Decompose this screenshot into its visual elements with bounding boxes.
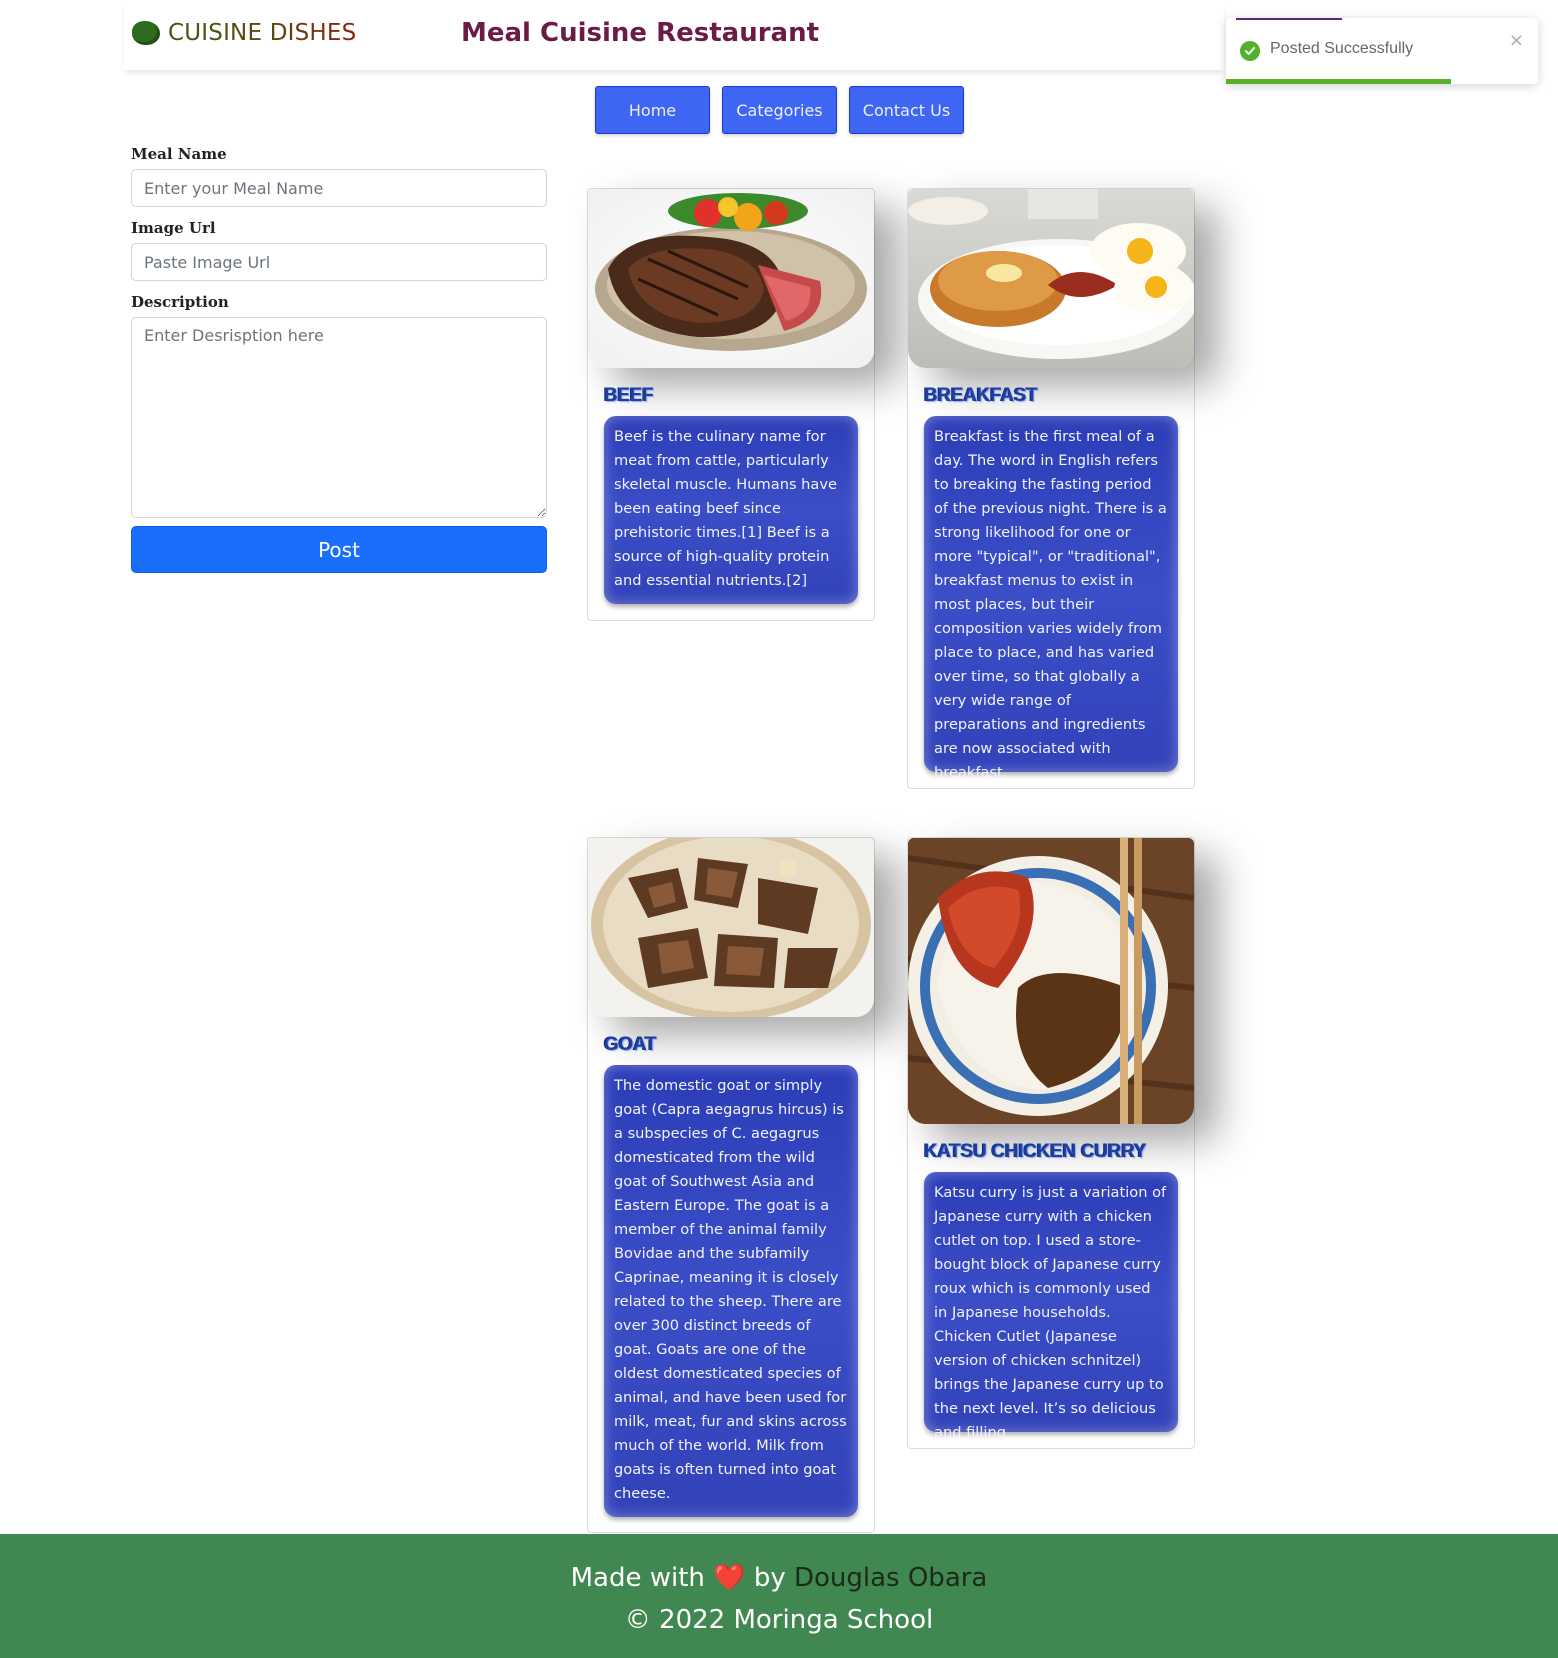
breakfast-image [908,189,1194,368]
goat-image [588,838,874,1017]
image-url-input[interactable] [131,243,547,281]
card-title: GOAT [604,1034,657,1055]
footer: Made with ❤️ by Douglas Obara © 2022 Mor… [0,1534,1558,1658]
home-button[interactable]: Home [595,86,710,134]
card-title: KATSU CHICKEN CURRY [924,1141,1147,1162]
beef-image [588,189,874,368]
footer-credit: Made with ❤️ by Douglas Obara [0,1560,1558,1596]
copyright-text: © 2022 Moringa School [624,1605,934,1635]
card-description: Beef is the culinary name for meat from … [604,416,858,604]
meal-card: BREAKFAST Breakfast is the first meal of… [907,188,1195,789]
food-bowl-icon [132,21,160,45]
meal-name-label: Meal Name [131,145,227,163]
top-navbar: CUISINE DISHES Meal Cuisine Restaurant [124,0,1224,70]
by-text: by [753,1563,786,1593]
close-icon[interactable]: × [1509,30,1524,51]
description-textarea[interactable] [131,317,547,518]
image-url-label: Image Url [131,219,216,237]
made-with-text: Made with [570,1563,705,1593]
post-button[interactable]: Post [131,526,547,573]
card-description: The domestic goat or simply goat (Capra … [604,1065,858,1517]
toast-message: Posted Successfully [1270,40,1414,57]
card-description: Breakfast is the first meal of a day. Th… [924,416,1178,781]
contact-us-button[interactable]: Contact Us [849,86,964,134]
meal-name-input[interactable] [131,169,547,207]
card-description: Katsu curry is just a variation of Japan… [924,1172,1178,1441]
description-label: Description [131,293,229,311]
check-circle-icon [1240,41,1260,61]
heart-icon: ❤️ [713,1563,746,1593]
meal-form: Meal Name Image Url Description Post [131,145,547,573]
brand[interactable]: CUISINE DISHES [132,20,356,46]
brand-name: CUISINE DISHES [168,20,357,46]
categories-button[interactable]: Categories [722,86,837,134]
meal-card: GOAT The domestic goat or simply goat (C… [587,837,875,1533]
toast-accent-line [1236,18,1342,20]
main-nav: Home Categories Contact Us [595,86,964,134]
toast-progress-bar [1226,79,1451,84]
page-title: Meal Cuisine Restaurant [461,18,820,48]
meal-card: KATSU CHICKEN CURRY Katsu curry is just … [907,837,1195,1449]
author-link[interactable]: Douglas Obara [794,1563,987,1593]
katsu-curry-image [908,838,1194,1124]
success-toast: Posted Successfully × [1226,18,1538,84]
card-title: BREAKFAST [924,385,1038,406]
card-title: BEEF [604,385,654,406]
meal-card: BEEF Beef is the culinary name for meat … [587,188,875,621]
